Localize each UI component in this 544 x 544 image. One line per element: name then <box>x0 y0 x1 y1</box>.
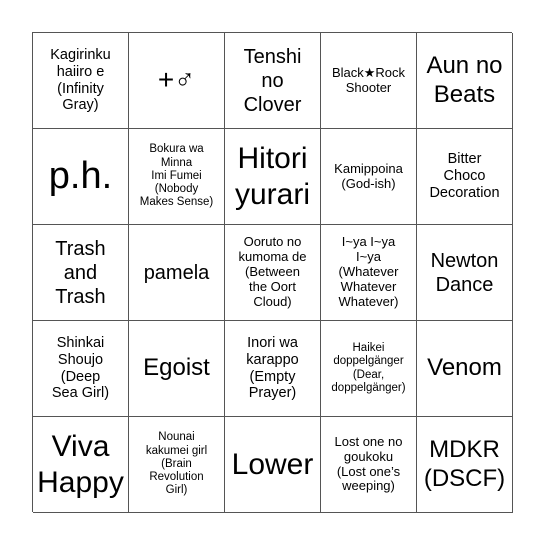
bingo-cell[interactable]: Nounai kakumei girl (Brain Revolution Gi… <box>129 417 225 513</box>
bingo-cell-label: Nounai kakumei girl (Brain Revolution Gi… <box>145 431 208 497</box>
bingo-cell-label: +♂ <box>157 64 196 96</box>
bingo-cell[interactable]: Lower <box>225 417 321 513</box>
bingo-cell[interactable]: Tenshi no Clover <box>225 33 321 129</box>
bingo-cell[interactable]: Kagirinku haiiro e (Infinity Gray) <box>33 33 129 129</box>
bingo-cell[interactable]: Bokura wa Minna Imi Fumei (Nobody Makes … <box>129 129 225 225</box>
bingo-cell[interactable]: MDKR (DSCF) <box>417 417 513 513</box>
bingo-cell-label: Venom <box>427 354 502 382</box>
bingo-cell[interactable]: Bitter Choco Decoration <box>417 129 513 225</box>
bingo-cell[interactable]: Viva Happy <box>33 417 129 513</box>
bingo-cell[interactable]: pamela <box>129 225 225 321</box>
bingo-cell[interactable]: Aun no Beats <box>417 33 513 129</box>
bingo-cell[interactable]: Egoist <box>129 321 225 417</box>
bingo-cell[interactable]: Black★Rock Shooter <box>321 33 417 129</box>
bingo-cell-label: Ooruto no kumoma de (Between the Oort Cl… <box>238 234 307 309</box>
bingo-cell[interactable]: Newton Dance <box>417 225 513 321</box>
bingo-cell[interactable]: Lost one no goukoku (Lost one’s weeping) <box>321 417 417 513</box>
bingo-cell[interactable]: Shinkai Shoujo (Deep Sea Girl) <box>33 321 129 417</box>
bingo-cell-label: Viva Happy <box>37 429 124 499</box>
bingo-cell[interactable]: Ooruto no kumoma de (Between the Oort Cl… <box>225 225 321 321</box>
bingo-cell-label: Newton Dance <box>430 249 499 296</box>
bingo-cell[interactable]: p.h. <box>33 129 129 225</box>
bingo-cell-label: p.h. <box>48 154 113 197</box>
bingo-cell[interactable]: I~ya I~ya I~ya (Whatever Whatever Whatev… <box>321 225 417 321</box>
bingo-cell[interactable]: Haikei doppelgänger (Dear, doppelgänger) <box>321 321 417 417</box>
bingo-cell-label: Tenshi no Clover <box>243 45 302 116</box>
bingo-cell[interactable]: +♂ <box>129 33 225 129</box>
bingo-cell-label: Bokura wa Minna Imi Fumei (Nobody Makes … <box>139 143 214 209</box>
bingo-cell-label: Shinkai Shoujo (Deep Sea Girl) <box>51 335 110 402</box>
bingo-cell-label: pamela <box>143 261 210 284</box>
bingo-cell[interactable]: Trash and Trash <box>33 225 129 321</box>
bingo-cell-label: Kamippoina (God-ish) <box>334 160 403 191</box>
bingo-cell-label: Inori wa karappo (Empty Prayer) <box>246 335 299 402</box>
bingo-cell-label: I~ya I~ya I~ya (Whatever Whatever Whatev… <box>338 234 399 309</box>
bingo-cell-label: MDKR (DSCF) <box>423 435 506 492</box>
bingo-cell[interactable]: Kamippoina (God-ish) <box>321 129 417 225</box>
bingo-board: Kagirinku haiiro e (Infinity Gray) +♂ Tens… <box>32 32 513 513</box>
bingo-cell-label: Trash and Trash <box>55 237 106 308</box>
bingo-cell-label: Lost one no goukoku (Lost one’s weeping) <box>334 433 403 494</box>
bingo-cell-label: Egoist <box>143 354 210 382</box>
bingo-cell-label: Haikei doppelgänger (Dear, doppelgänger) <box>331 342 406 394</box>
bingo-cell-label: Aun no Beats <box>426 51 503 108</box>
bingo-cell[interactable]: Hitori yurari <box>225 129 321 225</box>
bingo-cell-label: Hitori yurari <box>234 141 310 211</box>
bingo-cell-label: Black★Rock Shooter <box>331 64 406 95</box>
bingo-cell-label: Bitter Choco Decoration <box>429 151 500 201</box>
bingo-cell[interactable]: Inori wa karappo (Empty Prayer) <box>225 321 321 417</box>
bingo-cell[interactable]: Venom <box>417 321 513 417</box>
bingo-cell-label: Kagirinku haiiro e (Infinity Gray) <box>50 47 111 114</box>
bingo-cell-label: Lower <box>231 447 314 481</box>
